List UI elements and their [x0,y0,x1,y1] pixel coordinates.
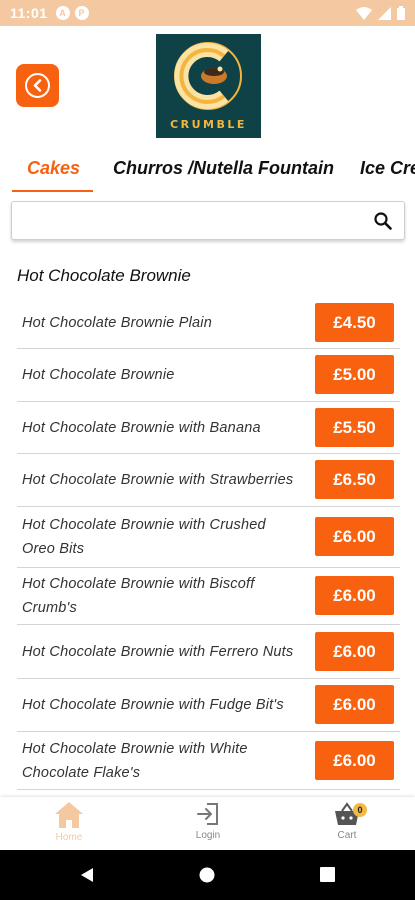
menu-item[interactable]: Hot Chocolate Brownie with Ferrero Nuts … [17,625,400,679]
menu-item-name: Hot Chocolate Brownie with Fudge Bit's [22,697,284,713]
crumble-logo: CRUMBLE [156,34,261,138]
system-home-icon[interactable] [199,867,215,883]
cart-count-badge: 0 [353,803,367,817]
menu-item-name: Hot Chocolate Brownie with White Chocola… [22,740,248,781]
menu-item-name: Hot Chocolate Brownie with Strawberries [22,472,294,488]
menu-item[interactable]: Hot Chocolate Brownie with Banana £5.50 [17,402,400,454]
price-button[interactable]: £6.00 [315,685,394,724]
home-icon [55,802,83,828]
status-time: 11:01 [10,5,48,21]
menu-item-name: Hot Chocolate Brownie with Crushed Oreo … [22,517,266,557]
price-button[interactable]: £5.00 [315,355,394,394]
status-indicators [356,6,405,20]
crumble-logo-mark [174,42,242,110]
logo-text: CRUMBLE [170,118,247,131]
notification-icons: A P [55,6,89,20]
price-button[interactable]: £5.50 [315,408,394,447]
signal-icon [378,6,391,20]
section-title: Hot Chocolate Brownie [17,266,191,285]
nav-cart[interactable]: Cart 0 [307,801,387,841]
menu-item-list: Hot Chocolate Brownie Plain £4.50 Hot Ch… [17,297,400,790]
notification-p-icon: P [74,6,89,20]
battery-icon [397,6,405,20]
menu-item[interactable]: Hot Chocolate Brownie with Strawberries … [17,454,400,507]
menu-item-name: Hot Chocolate Brownie with Ferrero Nuts [22,643,294,660]
menu-item[interactable]: Hot Chocolate Brownie with Biscoff Crumb… [17,568,400,625]
menu-item-name: Hot Chocolate Brownie Plain [22,314,212,331]
wifi-icon [356,6,372,20]
menu-item[interactable]: Hot Chocolate Brownie Plain £4.50 [17,297,400,349]
search-input[interactable] [22,208,362,234]
price-button[interactable]: £6.00 [315,576,394,615]
menu-item[interactable]: Hot Chocolate Brownie with Fudge Bit's £… [17,679,400,732]
back-button[interactable] [16,64,59,107]
status-bar: 11:01 A P [0,0,415,26]
price-button[interactable]: £6.00 [315,517,394,556]
search-icon[interactable] [374,212,392,230]
menu-item-name: Hot Chocolate Brownie with Banana [22,419,261,436]
header: CRUMBLE [0,26,415,144]
chevron-left-icon [25,73,50,98]
nav-home[interactable]: Home [29,801,109,843]
nav-login-label: Login [195,830,221,841]
price-button[interactable]: £6.00 [315,632,394,671]
category-tabs: Cakes Churros /Nutella Fountain Ice Crea… [0,150,415,194]
active-tab-indicator [12,190,93,192]
nav-cart-label: Cart [337,830,357,841]
nav-login[interactable]: Login [168,801,248,841]
price-button[interactable]: £6.00 [315,741,394,780]
notification-a-icon: A [55,6,70,20]
search-bar [11,201,405,240]
nav-home-label: Home [55,832,83,843]
tab-ice-cream[interactable]: Ice Cream [360,158,415,179]
system-navigation-bar [0,850,415,900]
login-icon [197,803,218,825]
price-button[interactable]: £6.50 [315,460,394,499]
bottom-nav: Home Login Cart 0 [0,797,415,850]
menu-item[interactable]: Hot Chocolate Brownie with Crushed Oreo … [17,507,400,568]
menu-item-name: Hot Chocolate Brownie [22,367,175,383]
system-recents-icon[interactable] [320,867,335,882]
tab-churros-nutella-fountain[interactable]: Churros /Nutella Fountain [113,158,334,179]
menu-item[interactable]: Hot Chocolate Brownie £5.00 [17,349,400,402]
tab-cakes[interactable]: Cakes [27,158,80,179]
price-button[interactable]: £4.50 [315,303,394,342]
menu-item[interactable]: Hot Chocolate Brownie with White Chocola… [17,732,400,790]
system-back-icon[interactable] [79,867,95,883]
menu-item-name: Hot Chocolate Brownie with Biscoff Crumb… [22,576,255,616]
